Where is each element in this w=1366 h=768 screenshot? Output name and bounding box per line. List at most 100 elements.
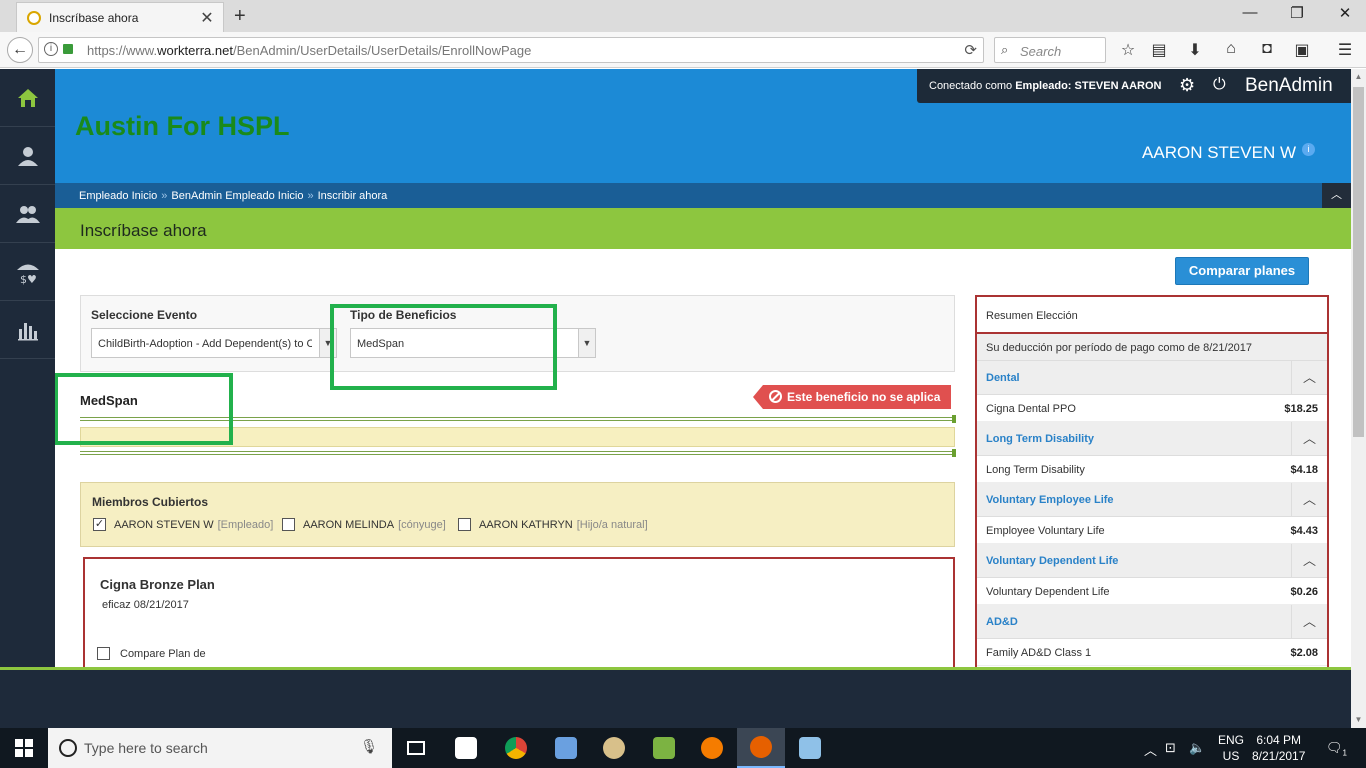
cortana-icon [59, 739, 77, 757]
paint-app[interactable] [590, 728, 638, 768]
volume-icon[interactable]: 🔈 [1189, 740, 1205, 756]
user-bar: Conectado como Empleado: STEVEN AARON ⚙ … [917, 69, 1351, 103]
chevron-up-icon[interactable]: ︿ [1291, 544, 1327, 577]
info-icon[interactable]: i [1302, 143, 1315, 156]
back-icon[interactable]: ← [7, 37, 33, 63]
browser-tab[interactable]: Inscríbase ahora ✕ [16, 2, 224, 32]
summary-group-header[interactable]: AD&D ︿ [977, 605, 1327, 639]
chrome-icon [505, 737, 527, 759]
user-icon [17, 146, 38, 166]
chevron-up-icon[interactable]: ︿ [1291, 361, 1327, 394]
scroll-thumb[interactable] [1353, 87, 1364, 437]
network-icon[interactable]: ⊡ [1165, 740, 1176, 756]
pocket-icon[interactable]: ◘ [1257, 40, 1277, 58]
gear-icon[interactable]: ⚙ [1179, 75, 1195, 96]
svg-text:$♥: $♥ [20, 273, 37, 285]
checkbox-checked-icon[interactable]: ✓ [93, 518, 106, 531]
url-text[interactable]: https://www.workterra.net/BenAdmin/UserD… [87, 43, 531, 58]
chevron-up-icon[interactable]: ︿ [1144, 740, 1157, 759]
browser-search-input[interactable]: ⌕ Search [994, 37, 1106, 63]
microphone-icon[interactable]: 🎙 [360, 738, 378, 755]
bar-chart-icon [17, 322, 38, 340]
taskbar-search-input[interactable]: Type here to search 🎙 [48, 728, 392, 768]
app-footer [0, 670, 1351, 728]
rail-home[interactable] [0, 69, 55, 127]
chevron-up-icon[interactable]: ︿ [1291, 605, 1327, 638]
download-icon[interactable]: ⬇ [1185, 40, 1205, 60]
compare-plans-button[interactable]: Comparar planes [1175, 257, 1309, 285]
scroll-up-icon[interactable]: ▲ [1351, 69, 1366, 85]
menu-icon[interactable]: ☰ [1335, 40, 1355, 60]
checkbox-icon[interactable] [282, 518, 295, 531]
remote-desktop-app[interactable] [542, 728, 590, 768]
summary-group-header[interactable]: Voluntary Employee Life ︿ [977, 483, 1327, 517]
spreadsheet-app[interactable] [640, 728, 688, 768]
task-view-button[interactable] [392, 728, 440, 768]
brand-logo: BenAdmin [1245, 75, 1333, 96]
rail-reports[interactable] [0, 301, 55, 359]
bookmark-star-icon[interactable]: ☆ [1118, 40, 1138, 60]
summary-group-header[interactable]: Voluntary Dependent Life ︿ [977, 544, 1327, 578]
covered-members-panel: Miembros Cubiertos ✓ AARON STEVEN W [Emp… [80, 482, 955, 547]
reload-icon[interactable]: ⟳ [964, 41, 977, 59]
start-button[interactable] [0, 728, 48, 768]
divider-marker [952, 415, 956, 423]
page-scrollbar[interactable]: ▲ ▼ [1351, 69, 1366, 728]
connected-as: Conectado como Empleado: STEVEN AARON [929, 80, 1162, 92]
system-clock[interactable]: 6:04 PM 8/21/2017 [1252, 732, 1305, 764]
url-bar[interactable]: i https://www.workterra.net/BenAdmin/Use… [38, 37, 984, 63]
burner-app[interactable] [688, 728, 736, 768]
collapse-header-icon[interactable]: ︿ [1322, 183, 1351, 208]
compare-plan-checkbox[interactable]: Compare Plan de [97, 647, 206, 660]
restore-icon[interactable]: ❐ [1282, 4, 1312, 22]
chrome-app[interactable] [492, 728, 540, 768]
notification-icon[interactable]: 🗨1 [1326, 740, 1347, 758]
scroll-down-icon[interactable]: ▼ [1351, 712, 1366, 728]
close-tab-icon[interactable]: ✕ [197, 8, 217, 28]
main-content: Comparar planes Seleccione Evento ChildB… [55, 249, 1351, 667]
summary-group-header[interactable]: Long Term Disability ︿ [977, 422, 1327, 456]
minimize-icon[interactable]: — [1235, 4, 1265, 21]
highlight-box [55, 373, 233, 445]
search-icon: ⌕ [1001, 42, 1009, 57]
umbrella-dollar-icon: $♥ [16, 264, 39, 285]
checkbox-icon[interactable] [97, 647, 110, 660]
member-checkbox[interactable]: AARON KATHRYN [Hijo/a natural] [458, 518, 648, 531]
summary-group-header[interactable]: Dental ︿ [977, 361, 1327, 395]
info-icon[interactable]: i [44, 42, 58, 56]
power-icon[interactable]: ⏻ [1213, 76, 1226, 94]
chevron-up-icon[interactable]: ︿ [1291, 483, 1327, 516]
task-view-icon [407, 741, 425, 755]
chevron-up-icon[interactable]: ︿ [1291, 422, 1327, 455]
not-applicable-badge[interactable]: Este beneficio no se aplica [753, 385, 951, 409]
extension-icon[interactable]: ▣ [1292, 40, 1312, 60]
summary-item: Long Term Disability $4.18 [977, 456, 1327, 483]
member-checkbox[interactable]: AARON MELINDA [cónyuge] [282, 518, 446, 531]
notepad-icon [799, 737, 821, 759]
breadcrumb-enroll-now[interactable]: Inscribir ahora [318, 190, 388, 202]
page-title: Inscríbase ahora [80, 221, 207, 240]
notes-app[interactable] [786, 728, 834, 768]
breadcrumb-benadmin-home[interactable]: BenAdmin Empleado Inicio [171, 190, 303, 202]
checkbox-icon[interactable] [458, 518, 471, 531]
plan-effective-date: eficaz 08/21/2017 [102, 599, 189, 611]
browser-tabbar: Inscríbase ahora ✕ + — ❐ ✕ [0, 0, 1366, 32]
reading-list-icon[interactable]: ▤ [1149, 40, 1169, 60]
window-close-icon[interactable]: ✕ [1330, 4, 1360, 22]
spreadsheet-icon [653, 737, 675, 759]
member-checkbox[interactable]: ✓ AARON STEVEN W [Empleado] [93, 518, 273, 531]
rail-dependents[interactable] [0, 185, 55, 243]
home-icon[interactable]: ⌂ [1221, 40, 1241, 58]
monitor-icon [555, 737, 577, 759]
summary-item: Family AD&D Class 1 $2.08 [977, 639, 1327, 666]
rail-benefits[interactable]: $♥ [0, 243, 55, 301]
event-select[interactable]: ChildBirth-Adoption - Add Dependent(s) t… [91, 328, 337, 358]
firefox-app[interactable] [737, 728, 785, 768]
breadcrumb-employee-home[interactable]: Empleado Inicio [79, 190, 157, 202]
store-app[interactable] [442, 728, 490, 768]
rail-profile[interactable] [0, 127, 55, 185]
employee-name: AARON STEVEN Wi [1142, 143, 1315, 163]
input-language[interactable]: ENG US [1218, 732, 1244, 764]
left-nav-rail: $♥ [0, 69, 55, 668]
new-tab-icon[interactable]: + [234, 5, 246, 28]
